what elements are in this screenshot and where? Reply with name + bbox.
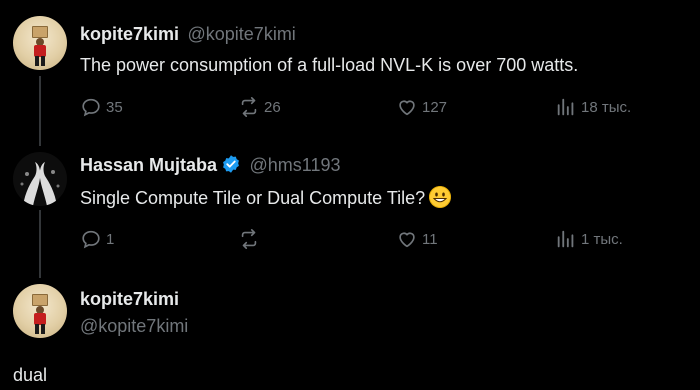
grinning-face-emoji-icon — [429, 186, 452, 208]
author-handle[interactable]: @hms1193 — [250, 155, 341, 175]
avatar-image — [20, 162, 60, 206]
reply-icon — [82, 98, 100, 117]
views-icon — [557, 230, 574, 248]
reply-icon — [82, 230, 100, 249]
retweet-icon — [241, 229, 257, 249]
like-count: 127 — [422, 98, 448, 116]
reply-count: 35 — [106, 98, 123, 116]
author-name[interactable]: Hassan Mujtaba — [80, 155, 217, 175]
avatar[interactable] — [13, 16, 67, 70]
tweet-2[interactable]: Hassan Mujtaba @hms1193 Single Compute T… — [0, 140, 700, 280]
verified-badge-icon — [223, 155, 239, 173]
avatar[interactable] — [13, 152, 67, 206]
retweet-icon — [241, 97, 257, 117]
tweet-text: Single Compute Tile or Dual Compute Tile… — [80, 188, 426, 208]
retweet-count: 26 — [264, 98, 281, 116]
like-icon — [399, 100, 415, 116]
author-name[interactable]: kopite7kimi — [80, 24, 179, 44]
avatar-image — [32, 26, 48, 66]
retweet-button[interactable] — [238, 228, 264, 250]
views-button[interactable]: 18 тыс. — [555, 96, 631, 118]
avatar[interactable] — [13, 284, 67, 338]
views-count: 1 тыс. — [581, 230, 623, 248]
author-handle[interactable]: @kopite7kimi — [188, 24, 296, 44]
author-name[interactable]: kopite7kimi — [80, 289, 179, 310]
author-handle[interactable]: @kopite7kimi — [80, 316, 188, 337]
tweet-3[interactable]: kopite7kimi @kopite7kimi dual — [0, 280, 700, 390]
tweet-actions: 35 26 127 18 тыс. — [80, 96, 680, 122]
reply-button[interactable]: 1 — [80, 228, 114, 250]
views-button[interactable]: 1 тыс. — [555, 228, 623, 250]
tweet-1[interactable]: kopite7kimi @kopite7kimi The power consu… — [0, 0, 700, 140]
avatar-image — [32, 294, 48, 334]
tweet-actions: 1 11 1 тыс. — [80, 228, 680, 254]
retweet-button[interactable]: 26 — [238, 96, 281, 118]
reply-button[interactable]: 35 — [80, 96, 123, 118]
views-count: 18 тыс. — [581, 98, 632, 116]
views-icon — [557, 98, 574, 116]
tweet-text: The power consumption of a full-load NVL… — [80, 55, 579, 75]
like-button[interactable]: 11 — [396, 228, 438, 250]
like-button[interactable]: 127 — [396, 96, 447, 118]
like-icon — [399, 232, 415, 248]
tweet-text: dual — [13, 365, 48, 385]
reply-count: 1 — [106, 230, 115, 248]
like-count: 11 — [422, 230, 438, 248]
tweet-text-row: Single Compute Tile or Dual Compute Tile… — [80, 186, 452, 209]
